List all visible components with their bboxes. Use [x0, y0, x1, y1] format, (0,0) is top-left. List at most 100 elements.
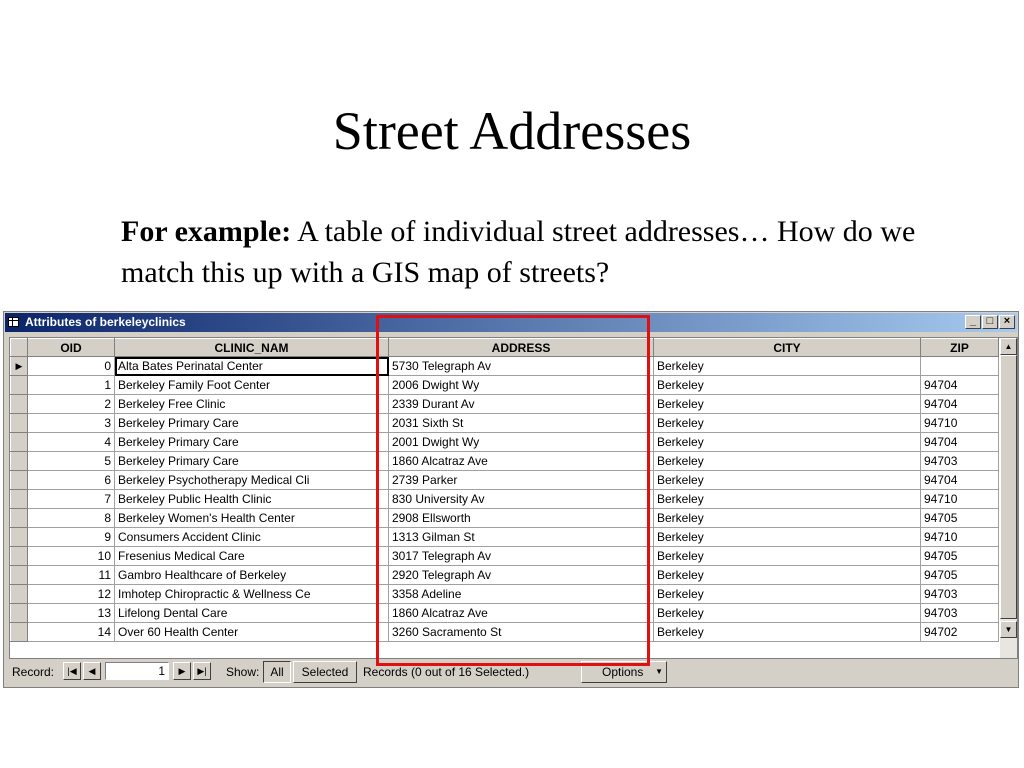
row-selector[interactable] [10, 565, 28, 585]
zip-cell[interactable]: 94710 [920, 489, 999, 509]
oid-cell[interactable]: 3 [27, 413, 115, 433]
table-row[interactable]: 7 Berkeley Public Health Clinic 830 Univer… [10, 489, 999, 509]
zip-cell[interactable]: 94705 [920, 546, 999, 566]
zip-cell[interactable]: 94703 [920, 584, 999, 604]
zip-cell[interactable]: 94704 [920, 375, 999, 395]
row-selector[interactable] [10, 508, 28, 528]
zip-cell[interactable]: 94704 [920, 432, 999, 452]
clinic-name-cell[interactable]: Imhotep Chiropractic & Wellness Ce [114, 584, 389, 604]
city-cell[interactable]: Berkeley [653, 546, 921, 566]
table-row[interactable]: 10 Fresenius Medical Care 3017 Telegraph A… [10, 546, 999, 566]
scroll-thumb[interactable] [1000, 355, 1017, 619]
clinic-name-cell[interactable]: Berkeley Free Clinic [114, 394, 389, 414]
address-cell[interactable]: 2001 Dwight Wy [388, 432, 654, 452]
address-cell[interactable]: 2006 Dwight Wy [388, 375, 654, 395]
column-header-clinic-name[interactable]: CLINIC_NAM [114, 338, 389, 357]
row-selector[interactable] [10, 432, 28, 452]
oid-cell[interactable]: 4 [27, 432, 115, 452]
address-cell[interactable]: 1860 Alcatraz Ave [388, 603, 654, 623]
oid-cell[interactable]: 13 [27, 603, 115, 623]
city-cell[interactable]: Berkeley [653, 565, 921, 585]
zip-cell[interactable]: 94704 [920, 470, 999, 490]
column-header-oid[interactable]: OID [27, 338, 115, 357]
address-cell[interactable]: 3260 Sacramento St [388, 622, 654, 642]
oid-cell[interactable]: 0 [27, 356, 115, 376]
last-record-icon[interactable]: ▶| [193, 662, 211, 680]
minimize-button[interactable]: _ [965, 315, 981, 329]
address-cell[interactable]: 2339 Durant Av [388, 394, 654, 414]
row-selector[interactable]: ▶ [10, 356, 28, 376]
table-row[interactable]: 1 Berkeley Family Foot Center 2006 Dwight … [10, 375, 999, 395]
clinic-name-cell[interactable]: Alta Bates Perinatal Center [114, 356, 389, 376]
row-selector[interactable] [10, 375, 28, 395]
oid-cell[interactable]: 11 [27, 565, 115, 585]
show-selected-button[interactable]: Selected [293, 661, 357, 683]
clinic-name-cell[interactable]: Berkeley Women's Health Center [114, 508, 389, 528]
table-row[interactable]: 5 Berkeley Primary Care 1860 Alcatraz Ave B… [10, 451, 999, 471]
oid-cell[interactable]: 10 [27, 546, 115, 566]
scroll-down-icon[interactable]: ▼ [1000, 621, 1017, 638]
table-row[interactable]: 13 Lifelong Dental Care 1860 Alcatraz Ave B… [10, 603, 999, 623]
table-row[interactable]: 3 Berkeley Primary Care 2031 Sixth St Berke… [10, 413, 999, 433]
row-selector[interactable] [10, 546, 28, 566]
clinic-name-cell[interactable]: Berkeley Public Health Clinic [114, 489, 389, 509]
address-cell[interactable]: 3017 Telegraph Av [388, 546, 654, 566]
city-cell[interactable]: Berkeley [653, 584, 921, 604]
address-cell[interactable]: 2739 Parker [388, 470, 654, 490]
column-header-city[interactable]: CITY [653, 338, 921, 357]
clinic-name-cell[interactable]: Berkeley Primary Care [114, 451, 389, 471]
address-cell[interactable]: 2908 Ellsworth [388, 508, 654, 528]
city-cell[interactable]: Berkeley [653, 603, 921, 623]
row-selector[interactable] [10, 470, 28, 490]
next-record-icon[interactable]: ▶ [173, 662, 191, 680]
table-row[interactable]: 6 Berkeley Psychotherapy Medical Cli 2739 … [10, 470, 999, 490]
oid-cell[interactable]: 5 [27, 451, 115, 471]
city-cell[interactable]: Berkeley [653, 413, 921, 433]
zip-cell[interactable]: 94710 [920, 527, 999, 547]
maximize-button[interactable]: □ [982, 315, 998, 329]
table-row[interactable]: 9 Consumers Accident Clinic 1313 Gilman St… [10, 527, 999, 547]
vertical-scrollbar[interactable]: ▲ ▼ [1000, 338, 1017, 658]
row-selector[interactable] [10, 584, 28, 604]
clinic-name-cell[interactable]: Berkeley Psychotherapy Medical Cli [114, 470, 389, 490]
oid-cell[interactable]: 8 [27, 508, 115, 528]
clinic-name-cell[interactable]: Consumers Accident Clinic [114, 527, 389, 547]
table-row[interactable]: 11 Gambro Healthcare of Berkeley 2920 Tele… [10, 565, 999, 585]
row-selector[interactable] [10, 603, 28, 623]
clinic-name-cell[interactable]: Over 60 Health Center [114, 622, 389, 642]
zip-cell[interactable]: 94703 [920, 451, 999, 471]
zip-cell[interactable]: 94710 [920, 413, 999, 433]
address-cell[interactable]: 2920 Telegraph Av [388, 565, 654, 585]
previous-record-icon[interactable]: ◀ [83, 662, 101, 680]
address-cell[interactable]: 3358 Adeline [388, 584, 654, 604]
city-cell[interactable]: Berkeley [653, 394, 921, 414]
row-selector[interactable] [10, 394, 28, 414]
zip-cell[interactable]: 94702 [920, 622, 999, 642]
clinic-name-cell[interactable]: Berkeley Primary Care [114, 413, 389, 433]
city-cell[interactable]: Berkeley [653, 432, 921, 452]
city-cell[interactable]: Berkeley [653, 508, 921, 528]
oid-cell[interactable]: 12 [27, 584, 115, 604]
column-header-zip[interactable]: ZIP [920, 338, 999, 357]
address-cell[interactable]: 2031 Sixth St [388, 413, 654, 433]
table-row[interactable]: 12 Imhotep Chiropractic & Wellness Ce 3358… [10, 584, 999, 604]
oid-cell[interactable]: 1 [27, 375, 115, 395]
table-row[interactable]: 4 Berkeley Primary Care 2001 Dwight Wy Berk… [10, 432, 999, 452]
scroll-up-icon[interactable]: ▲ [1000, 338, 1017, 355]
row-selector[interactable] [10, 451, 28, 471]
oid-cell[interactable]: 14 [27, 622, 115, 642]
first-record-icon[interactable]: |◀ [63, 662, 81, 680]
row-selector[interactable] [10, 527, 28, 547]
oid-cell[interactable]: 7 [27, 489, 115, 509]
close-button[interactable]: × [999, 315, 1015, 329]
clinic-name-cell[interactable]: Lifelong Dental Care [114, 603, 389, 623]
column-header-address[interactable]: ADDRESS [388, 338, 654, 357]
table-row[interactable]: 14 Over 60 Health Center 3260 Sacramento S… [10, 622, 999, 642]
city-cell[interactable]: Berkeley [653, 622, 921, 642]
clinic-name-cell[interactable]: Berkeley Primary Care [114, 432, 389, 452]
city-cell[interactable]: Berkeley [653, 451, 921, 471]
address-cell[interactable]: 5730 Telegraph Av [388, 356, 654, 376]
address-cell[interactable]: 830 University Av [388, 489, 654, 509]
address-cell[interactable]: 1313 Gilman St [388, 527, 654, 547]
row-selector[interactable] [10, 622, 28, 642]
